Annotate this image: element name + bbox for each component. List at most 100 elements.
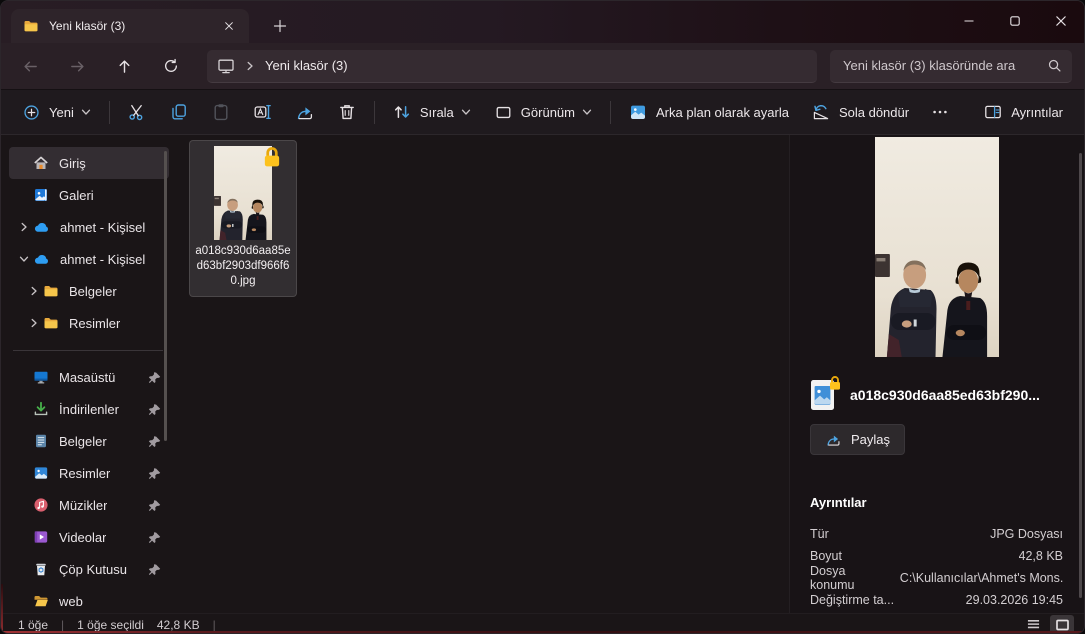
- delete-button[interactable]: [326, 95, 368, 129]
- copy-button[interactable]: [158, 95, 200, 129]
- tab-title: Yeni klasör (3): [49, 19, 126, 33]
- home-icon: [33, 155, 49, 171]
- details-row-label: Tür: [810, 527, 829, 541]
- folder-open-icon: [33, 593, 49, 609]
- share-button[interactable]: Paylaş: [810, 424, 906, 455]
- cut-button[interactable]: [116, 95, 158, 129]
- new-button[interactable]: Yeni: [11, 95, 103, 129]
- more-button[interactable]: [920, 95, 960, 129]
- sidebar-item-videolar[interactable]: Videolar: [9, 521, 169, 553]
- sidebar-item-label: Videolar: [59, 529, 107, 545]
- maximize-button[interactable]: [992, 1, 1038, 41]
- trash-icon: [337, 102, 357, 122]
- sidebar-item-giriş[interactable]: Giriş: [9, 147, 169, 179]
- cut-icon: [127, 102, 147, 122]
- monitor-icon: [217, 57, 235, 75]
- navigation-bar: Yeni klasör (3): [1, 43, 1084, 89]
- sidebar-item-masaüstü[interactable]: Masaüstü: [9, 361, 169, 393]
- music-icon: [33, 497, 49, 513]
- close-button[interactable]: [1038, 1, 1084, 41]
- pin-icon: [148, 371, 161, 384]
- file-item-selected[interactable]: a018c930d6aa85ed63bf2903df966f60.jpg: [190, 141, 296, 296]
- back-button[interactable]: [13, 49, 47, 83]
- toolbar-separator: [610, 100, 611, 124]
- sidebar-item-i-ndirilenler[interactable]: İndirilenler: [9, 393, 169, 425]
- search-box[interactable]: [830, 49, 1072, 83]
- minimize-button[interactable]: [946, 1, 992, 41]
- sort-button[interactable]: Sırala: [381, 95, 483, 129]
- rename-icon: [253, 102, 273, 122]
- explorer-tab[interactable]: Yeni klasör (3): [11, 9, 249, 43]
- sort-icon: [392, 102, 412, 122]
- chevron-down-icon[interactable]: [15, 253, 33, 265]
- sidebar-item-ahmet-kişisel[interactable]: ahmet - Kişisel: [9, 243, 169, 275]
- chevron-down-icon: [460, 106, 472, 118]
- sidebar-item-label: Giriş: [59, 155, 86, 171]
- details-row-label: Boyut: [810, 549, 842, 563]
- sort-label: Sırala: [419, 104, 454, 120]
- search-input[interactable]: [843, 58, 1047, 73]
- share-button-label: Paylaş: [851, 432, 891, 447]
- details-row-dosya-konumu: Dosya konumu C:\Kullanıcılar\Ahmet's Mons…: [790, 564, 1084, 592]
- lock-icon: [262, 145, 282, 174]
- image-file-glyph: [810, 380, 836, 415]
- paste-button[interactable]: [200, 95, 242, 129]
- details-button[interactable]: Ayrıntılar: [972, 95, 1074, 129]
- details-pane-scrollbar[interactable]: [1079, 153, 1082, 598]
- view-button[interactable]: Görünüm: [483, 95, 604, 129]
- sidebar-item-label: Galeri: [59, 187, 94, 203]
- details-file-header: a018c930d6aa85ed63bf290...: [810, 376, 1064, 411]
- details-row-label: Değiştirme ta...: [810, 593, 895, 607]
- status-selection-size: 42,8 KB: [156, 617, 200, 632]
- sidebar: Giriş Galeri ahmet - Kişisel ahmet - Kişise…: [1, 135, 179, 613]
- rotate-left-button[interactable]: Sola döndür: [800, 95, 920, 129]
- details-row-tür: Tür JPG Dosyası: [790, 523, 1084, 545]
- search-icon: [1047, 58, 1062, 73]
- status-separator: |: [61, 617, 65, 632]
- rotate-left-label: Sola döndür: [838, 104, 910, 120]
- sidebar-item-müzikler[interactable]: Müzikler: [9, 489, 169, 521]
- share-button[interactable]: [284, 95, 326, 129]
- sidebar-item-belgeler[interactable]: Belgeler: [9, 425, 169, 457]
- refresh-button[interactable]: [154, 49, 188, 83]
- status-item-count: 1 öğe: [18, 617, 49, 632]
- sidebar-item-label: web: [59, 593, 83, 609]
- rename-button[interactable]: [242, 95, 284, 129]
- details-row-boyutlar: Boyutlar675 × 1200: [790, 611, 1084, 613]
- share-icon: [295, 102, 315, 122]
- window-controls: [946, 1, 1084, 41]
- folder-icon: [43, 315, 59, 331]
- address-bar[interactable]: Yeni klasör (3): [207, 49, 817, 83]
- details-row-value: 42,8 KB: [1018, 549, 1063, 563]
- new-tab-button[interactable]: [267, 13, 293, 39]
- sidebar-item-çöp-kutusu[interactable]: Çöp Kutusu: [9, 553, 169, 585]
- sidebar-item-label: Resimler: [69, 315, 121, 331]
- onedrive-cloud-icon: [33, 219, 50, 236]
- chevron-right-icon[interactable]: [25, 285, 43, 297]
- up-button[interactable]: [107, 49, 141, 83]
- tab-close-button[interactable]: [217, 14, 241, 38]
- sidebar-item-belgeler[interactable]: Belgeler: [9, 275, 169, 307]
- file-list-area[interactable]: a018c930d6aa85ed63bf2903df966f60.jpg: [179, 135, 789, 613]
- set-as-background-label: Arka plan olarak ayarla: [656, 104, 789, 120]
- sidebar-item-label: ahmet - Kişisel: [60, 251, 146, 267]
- chevron-right-icon[interactable]: [15, 221, 33, 233]
- toolbar-separator: [108, 100, 110, 124]
- sidebar-item-galeri[interactable]: Galeri: [9, 179, 169, 211]
- forward-button[interactable]: [60, 49, 94, 83]
- share-icon: [825, 431, 842, 448]
- new-label: Yeni: [49, 104, 74, 120]
- details-row-value: JPG Dosyası: [990, 527, 1063, 541]
- details-row-değiştirme-ta-: Değiştirme ta... 29.03.2026 19:45: [790, 589, 1084, 611]
- pin-icon: [148, 499, 161, 512]
- details-row-value: 29.03.2026 19:45: [965, 593, 1063, 607]
- sidebar-item-web[interactable]: web: [9, 585, 169, 617]
- sidebar-item-ahmet-kişisel[interactable]: ahmet - Kişisel: [9, 211, 169, 243]
- sidebar-item-resimler[interactable]: Resimler: [9, 307, 169, 339]
- file-thumbnail: [214, 146, 280, 240]
- sidebar-item-resimler[interactable]: Resimler: [9, 457, 169, 489]
- sidebar-scrollbar[interactable]: [164, 151, 167, 441]
- set-as-background-button[interactable]: Arka plan olarak ayarla: [617, 95, 800, 129]
- sidebar-item-label: Masaüstü: [59, 369, 116, 385]
- chevron-right-icon[interactable]: [25, 317, 43, 329]
